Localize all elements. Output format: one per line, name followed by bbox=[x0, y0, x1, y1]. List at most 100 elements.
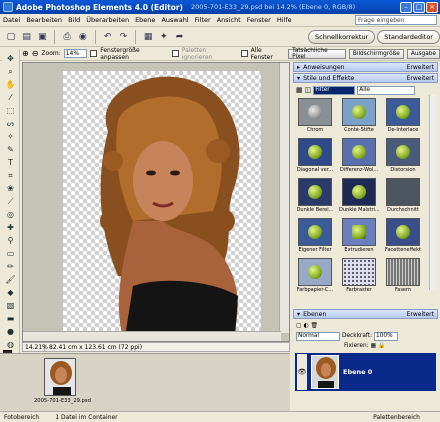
open-icon[interactable]: ▤ bbox=[20, 30, 34, 44]
instructions-advanced[interactable]: Erweitert bbox=[407, 64, 434, 71]
styles-category-icon[interactable]: ◫ bbox=[305, 86, 312, 94]
menu-bild[interactable]: Bild bbox=[65, 16, 83, 24]
pencil-icon[interactable]: ✏ bbox=[4, 261, 18, 272]
ignore-palettes-checkbox[interactable] bbox=[171, 50, 179, 57]
menu-ueberarbeiten[interactable]: Überarbeiten bbox=[83, 16, 132, 24]
eyedropper-icon[interactable]: ⁄ bbox=[4, 92, 18, 103]
new-file-icon[interactable]: ▢ bbox=[4, 30, 18, 44]
zoom-in-icon[interactable]: ⊕ bbox=[22, 49, 29, 58]
redo-icon[interactable]: ↷ bbox=[116, 30, 130, 44]
effect-color-halftone[interactable]: Farbraster bbox=[340, 258, 378, 296]
instructions-palette-header[interactable]: ▸ Anweisungen Erweitert bbox=[293, 62, 438, 72]
effect-deinterlace[interactable]: De-Interlace bbox=[384, 98, 422, 136]
selection-brush-icon[interactable]: ✎ bbox=[4, 144, 18, 155]
help-search-input[interactable]: Frage eingeben bbox=[355, 15, 437, 25]
zoom-tool-icon[interactable]: ⌕ bbox=[4, 66, 18, 77]
create-icon[interactable]: ✦ bbox=[157, 30, 171, 44]
standard-editor-button[interactable]: Standardeditor bbox=[377, 29, 440, 44]
lock-transparency-icon[interactable]: ▦ bbox=[371, 343, 376, 349]
close-button[interactable]: × bbox=[426, 1, 438, 13]
layers-palette-header[interactable]: ▾ Ebenen Erweitert bbox=[293, 309, 438, 319]
menu-auswahl[interactable]: Auswahl bbox=[158, 16, 191, 24]
gradient-icon[interactable]: ▧ bbox=[4, 300, 18, 311]
menu-bearbeiten[interactable]: Bearbeiten bbox=[23, 16, 65, 24]
menu-ansicht[interactable]: Ansicht bbox=[214, 16, 244, 24]
opacity-input[interactable]: 100% bbox=[374, 331, 399, 341]
document-thumbnail[interactable] bbox=[44, 358, 76, 396]
status-zoom[interactable]: 14.21% bbox=[23, 343, 48, 351]
category-dropdown[interactable]: Alle bbox=[357, 85, 416, 95]
maximize-button[interactable]: □ bbox=[413, 1, 425, 13]
marquee-icon[interactable]: ⬚ bbox=[4, 105, 18, 116]
image-canvas[interactable] bbox=[63, 71, 261, 337]
effect-distorsion[interactable]: Distorsion bbox=[384, 138, 422, 176]
organizer-icon[interactable]: ▦ bbox=[141, 30, 155, 44]
vertical-scrollbar[interactable] bbox=[279, 63, 289, 333]
fit-screen-button[interactable]: Bildschirmgröße bbox=[348, 48, 404, 59]
photo-bin-toggle[interactable]: Fotobereich bbox=[4, 414, 39, 421]
styles-advanced[interactable]: Erweitert bbox=[407, 75, 434, 82]
effect-extrude[interactable]: Extrudieren bbox=[340, 218, 378, 256]
blur-icon[interactable]: ● bbox=[4, 326, 18, 337]
effect-average[interactable]: Durchschnitt bbox=[384, 178, 422, 216]
effect-facet[interactable]: Facetteneffekt bbox=[384, 218, 422, 256]
menu-ebene[interactable]: Ebene bbox=[132, 16, 158, 24]
cookie-cutter-icon[interactable]: ❀ bbox=[4, 183, 18, 194]
brush-icon[interactable]: 🖌 bbox=[4, 274, 18, 285]
actual-pixels-button[interactable]: Tatsächliche Pixel bbox=[288, 48, 346, 60]
menu-datei[interactable]: Datei bbox=[0, 16, 23, 24]
styles-palette-header[interactable]: ▾ Stile und Effekte Erweitert bbox=[293, 73, 438, 83]
sponge-icon[interactable]: ◍ bbox=[4, 339, 18, 350]
palette-bin-toggle[interactable]: Palettenbereich bbox=[373, 414, 420, 421]
delete-layer-icon[interactable]: 🗑 bbox=[311, 323, 318, 329]
print-size-button[interactable]: Ausgabe bbox=[406, 48, 440, 59]
effect-dark-areas[interactable]: Dunkle Berei... bbox=[296, 178, 334, 216]
layer-row[interactable]: 👁 Ebene 0 bbox=[295, 353, 436, 391]
share-icon[interactable]: ➦ bbox=[173, 30, 187, 44]
eraser-icon[interactable]: ▭ bbox=[4, 248, 18, 259]
effect-colored-paper[interactable]: Farbpapier-C... bbox=[296, 258, 334, 296]
straighten-icon[interactable]: ⟋ bbox=[4, 196, 18, 207]
red-eye-icon[interactable]: ◎ bbox=[4, 209, 18, 220]
magic-wand-icon[interactable]: ✧ bbox=[4, 131, 18, 142]
zoom-input[interactable]: 14% bbox=[63, 49, 88, 58]
layers-advanced[interactable]: Erweitert bbox=[407, 311, 434, 318]
paint-bucket-icon[interactable]: ◆ bbox=[4, 287, 18, 298]
blend-mode-dropdown[interactable]: Normal bbox=[296, 331, 340, 341]
text-tool-icon[interactable]: T bbox=[4, 157, 18, 168]
quick-fix-button[interactable]: Schnellkorrektur bbox=[308, 29, 376, 44]
effects-scrollbar[interactable] bbox=[429, 95, 436, 290]
web-icon[interactable]: ◉ bbox=[76, 30, 90, 44]
all-windows-checkbox[interactable] bbox=[240, 50, 248, 57]
lasso-icon[interactable]: ᔕ bbox=[4, 118, 18, 129]
shape-icon[interactable]: ▬ bbox=[4, 313, 18, 324]
effect-difference-clouds[interactable]: Differenz-Wol... bbox=[340, 138, 378, 176]
menu-filter[interactable]: Filter bbox=[192, 16, 214, 24]
undo-icon[interactable]: ↶ bbox=[101, 30, 115, 44]
horizontal-scrollbar[interactable] bbox=[23, 331, 281, 341]
save-icon[interactable]: ▣ bbox=[36, 30, 50, 44]
effect-chrom[interactable]: Chrom bbox=[296, 98, 334, 136]
healing-brush-icon[interactable]: ✚ bbox=[4, 222, 18, 233]
fit-window-checkbox[interactable] bbox=[90, 50, 98, 57]
effect-diagonal[interactable]: Diagonal ver... bbox=[296, 138, 334, 176]
filters-category-icon[interactable]: ▦ bbox=[296, 86, 303, 94]
adjustment-layer-icon[interactable]: ◐ bbox=[303, 323, 308, 329]
effect-dark-strokes[interactable]: Dunkle Malstri... bbox=[339, 178, 379, 216]
effect-conte[interactable]: Conté-Stifte bbox=[340, 98, 378, 136]
clone-stamp-icon[interactable]: ⚲ bbox=[4, 235, 18, 246]
filter-dropdown[interactable]: Filter bbox=[313, 85, 356, 95]
move-tool-icon[interactable]: ✥ bbox=[4, 53, 18, 64]
new-layer-icon[interactable]: ▢ bbox=[296, 323, 301, 329]
crop-icon[interactable]: ⌗ bbox=[4, 170, 18, 181]
minimize-button[interactable]: – bbox=[400, 1, 412, 13]
eye-icon[interactable]: 👁 bbox=[297, 354, 307, 390]
menu-fenster[interactable]: Fenster bbox=[244, 16, 274, 24]
hand-tool-icon[interactable]: ✋ bbox=[4, 79, 18, 90]
print-icon[interactable]: ⎙ bbox=[60, 30, 74, 44]
lock-all-icon[interactable]: 🔒 bbox=[378, 343, 385, 349]
effect-fibers[interactable]: Fasern bbox=[384, 258, 422, 296]
effect-custom[interactable]: Eigener Filter bbox=[296, 218, 334, 256]
menu-hilfe[interactable]: Hilfe bbox=[274, 16, 295, 24]
zoom-out-icon[interactable]: ⊖ bbox=[32, 49, 39, 58]
